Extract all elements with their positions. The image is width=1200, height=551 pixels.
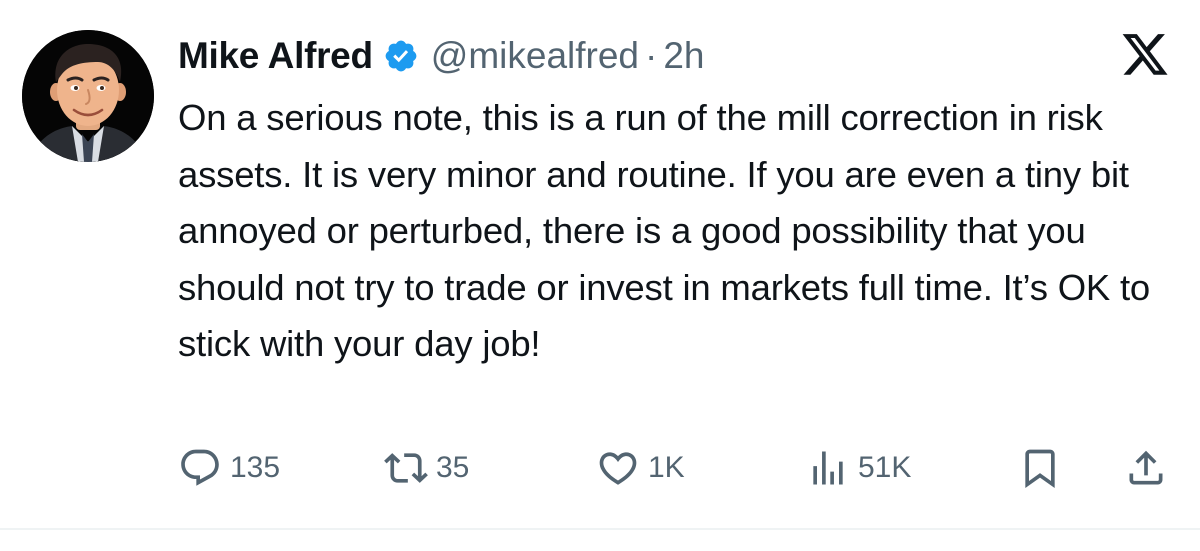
- handle[interactable]: @mikealfred: [431, 35, 639, 77]
- like-button[interactable]: 1K: [596, 443, 685, 493]
- reply-count: 135: [230, 451, 281, 484]
- retweet-button[interactable]: 35: [384, 443, 469, 493]
- tweet-text: On a serious note, this is a run of the …: [178, 97, 1151, 364]
- avatar-caricature-icon: [22, 30, 154, 162]
- display-name[interactable]: Mike Alfred: [178, 35, 373, 77]
- bookmark-icon: [1018, 446, 1062, 490]
- retweet-count: 35: [436, 451, 470, 484]
- avatar[interactable]: [22, 30, 154, 162]
- share-icon: [1124, 446, 1168, 490]
- share-button[interactable]: [1124, 443, 1168, 493]
- tweet-card[interactable]: Mike Alfred @mikealfred · 2h On a seriou…: [0, 0, 1200, 530]
- action-bar: 135 35 1K 51K: [0, 443, 1200, 493]
- views-button[interactable]: 51K: [806, 443, 911, 493]
- bookmark-button[interactable]: [1018, 443, 1062, 493]
- timestamp[interactable]: 2h: [663, 35, 704, 77]
- tweet-header: Mike Alfred @mikealfred · 2h: [178, 30, 704, 82]
- like-count: 1K: [648, 451, 685, 484]
- reply-icon: [178, 446, 222, 490]
- reply-button[interactable]: 135: [178, 443, 280, 493]
- heart-icon: [596, 446, 640, 490]
- x-logo-icon: [1120, 34, 1170, 80]
- separator-dot: ·: [645, 35, 658, 76]
- verified-badge-icon: [383, 38, 419, 74]
- views-count: 51K: [858, 451, 912, 484]
- views-icon: [806, 446, 850, 490]
- bottom-divider: [0, 528, 1200, 530]
- retweet-icon: [384, 446, 428, 490]
